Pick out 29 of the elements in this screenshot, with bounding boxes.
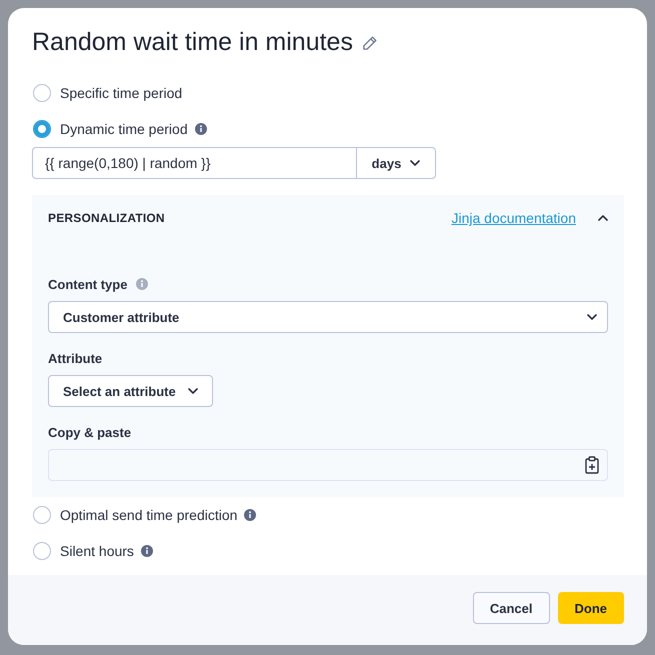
radio-label[interactable]: Optimal send time prediction [60, 506, 238, 524]
radio-button[interactable] [33, 84, 51, 102]
info-icon[interactable] [244, 509, 256, 521]
radio-button[interactable] [33, 542, 51, 560]
radio-label[interactable]: Specific time period [60, 84, 182, 102]
unit-dropdown[interactable]: days [356, 147, 436, 179]
expression-input[interactable]: {{ range(0,180) | random }} [32, 147, 356, 179]
dropdown-button[interactable]: Select an attribute [48, 375, 213, 407]
radio-button[interactable] [33, 506, 51, 524]
info-icon[interactable] [194, 123, 207, 135]
field-label: Attribute [48, 350, 102, 366]
field-label: Content type [48, 276, 128, 292]
field-label: Copy & paste [48, 424, 132, 440]
chevron-down-icon [587, 314, 597, 320]
done-button[interactable]: Done [558, 592, 624, 624]
select-dropdown[interactable]: Customer attribute [48, 301, 608, 333]
paste-field[interactable] [48, 449, 608, 481]
chevron-down-icon [410, 160, 420, 166]
dialog-title: Random wait time in minutes [32, 27, 353, 57]
chevron-down-icon [188, 388, 198, 394]
info-icon[interactable] [140, 545, 153, 557]
radio-button[interactable] [33, 120, 51, 138]
cancel-button[interactable]: Cancel [472, 592, 550, 624]
radio-label[interactable]: Silent hours [60, 542, 134, 560]
clipboard-icon[interactable] [585, 456, 599, 474]
section-heading: PERSONALIZATION [48, 211, 165, 225]
radio-label[interactable]: Dynamic time period [60, 120, 188, 138]
pencil-icon[interactable] [362, 36, 377, 50]
chevron-up-icon[interactable] [598, 215, 608, 221]
